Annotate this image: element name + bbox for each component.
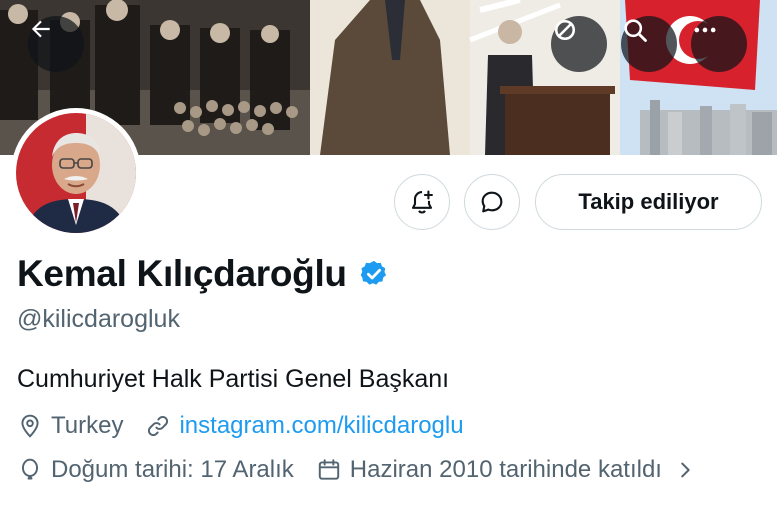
profile-bio: Cumhuriyet Halk Partisi Genel Başkanı xyxy=(17,365,450,393)
name-row: Kemal Kılıçdaroğlu xyxy=(17,253,389,295)
profile-meta-row: Turkey instagram.com/kilicdaroglu xyxy=(17,412,486,440)
joined-item[interactable]: Haziran 2010 tarihinde katıldı xyxy=(316,456,696,484)
display-name: Kemal Kılıçdaroğlu xyxy=(17,253,347,294)
location-item: Turkey xyxy=(17,412,123,440)
circle-slash-icon xyxy=(554,19,576,41)
location-pin-icon xyxy=(21,414,39,438)
avatar xyxy=(16,113,136,233)
avatar-frame[interactable] xyxy=(11,108,141,238)
profile-meta-row-2: Doğum tarihi: 17 Aralık Haziran 2010 tar… xyxy=(17,456,718,484)
back-button[interactable] xyxy=(28,16,84,72)
following-button[interactable]: Takip ediliyor xyxy=(535,174,762,230)
website-link[interactable]: instagram.com/kilicdaroglu xyxy=(179,412,463,440)
username-handle: @kilicdarogluk xyxy=(17,305,180,333)
message-bubble-icon xyxy=(481,191,503,213)
birthday-item: Doğum tarihi: 17 Aralık xyxy=(17,456,294,484)
message-button[interactable] xyxy=(464,174,520,230)
location-text: Turkey xyxy=(51,412,124,439)
joined-text: Haziran 2010 tarihinde katıldı xyxy=(349,456,662,483)
search-button[interactable] xyxy=(621,16,677,72)
calendar-icon xyxy=(318,459,339,480)
bell-plus-icon xyxy=(411,190,433,214)
search-icon xyxy=(624,19,647,42)
notifications-button[interactable] xyxy=(394,174,450,230)
more-options-button[interactable] xyxy=(691,16,747,72)
more-horizontal-icon xyxy=(694,27,716,33)
balloon-icon xyxy=(21,458,39,480)
chevron-right-icon[interactable] xyxy=(674,459,696,481)
link-icon xyxy=(148,415,169,437)
verified-badge-icon[interactable] xyxy=(359,259,389,289)
unsubscribed-indicator-button[interactable] xyxy=(551,16,607,72)
arrow-left-icon xyxy=(31,20,50,38)
birthday-text: Doğum tarihi: 17 Aralık xyxy=(51,456,294,483)
website-item[interactable]: instagram.com/kilicdaroglu xyxy=(145,412,464,440)
avatar-image xyxy=(16,113,136,233)
profile-screen: Takip ediliyor Kemal Kılıçdaroğlu @kilic… xyxy=(0,0,777,510)
